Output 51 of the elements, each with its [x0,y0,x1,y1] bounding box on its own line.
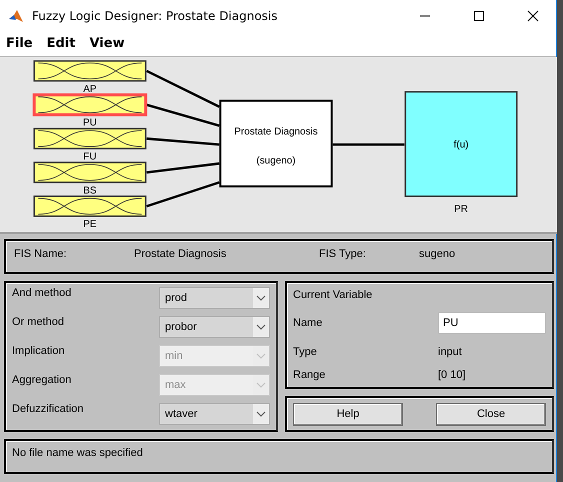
membership-function-box[interactable] [33,60,146,82]
chevron-icon [256,353,266,359]
app-icon [8,8,24,24]
input-label: PU [83,118,97,129]
input-label: FU [83,151,97,162]
chevron-icon [256,411,266,417]
system-box[interactable] [219,100,333,188]
system-type: (sugeno) [256,155,296,166]
input-label: AP [83,84,97,95]
chevron-icon [256,382,266,388]
fis-type-label: FIS Type: [319,248,367,262]
name-label: Name [293,317,324,330]
method-dropdown[interactable]: wtaver [159,403,270,425]
status-text: No file name was specified [12,447,143,459]
type-value: input [438,346,463,358]
output-label: PR [454,204,468,216]
menu-item[interactable]: File [2,36,43,52]
input-label: BS [83,185,97,196]
name-field[interactable]: PU [438,312,546,334]
range-value: [0 10] [438,369,467,382]
connector-line [332,143,404,146]
fis-type: sugeno [419,248,456,262]
close-icon [527,10,539,22]
system-name: Prostate Diagnosis [234,126,318,138]
fis-name-label: FIS Name: [14,248,68,262]
output-box[interactable] [404,90,518,197]
chevron-icon [256,295,266,301]
method-label: Defuzzification [12,403,84,415]
input-label: PE [83,219,97,230]
output-function: f(u) [454,139,469,150]
membership-function-box[interactable] [33,128,146,150]
panel-title: Current Variable [293,288,374,301]
method-dropdown[interactable]: prod [159,287,270,309]
membership-function-box[interactable] [32,93,148,116]
method-label: Implication [12,345,65,357]
membership-function-box[interactable] [33,195,146,217]
fis-name: Prostate Diagnosis [134,248,228,262]
menu-item[interactable]: Edit [42,36,86,52]
menu-item[interactable]: View [85,36,135,52]
range-label: Range [293,369,326,382]
method-dropdown[interactable]: probor [159,316,270,338]
dialog-button[interactable]: Close [436,402,546,426]
chevron-icon [256,324,266,330]
membership-function-box[interactable] [33,162,146,183]
type-label: Type [293,346,318,358]
window-title: Fuzzy Logic Designer: Prostate Diagnosis [32,9,279,23]
method-label: Aggregation [12,374,72,386]
maximize-icon [473,10,485,22]
dialog-button[interactable]: Help [293,402,403,426]
method-label: Or method [12,316,64,328]
method-label: And method [12,287,72,299]
